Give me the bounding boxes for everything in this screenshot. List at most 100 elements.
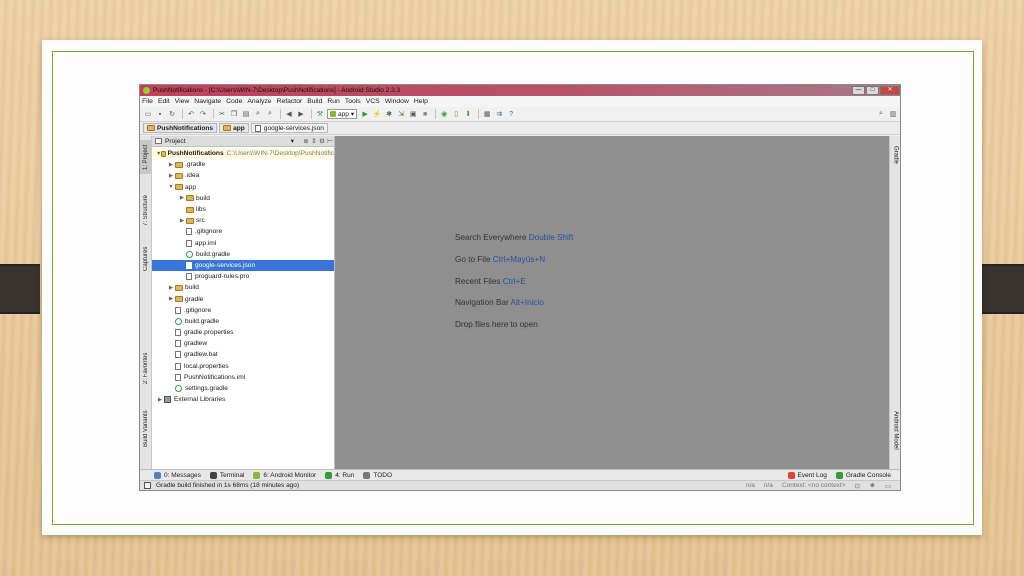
menu-build[interactable]: Build xyxy=(307,98,322,105)
tree-item[interactable]: build.gradle xyxy=(152,249,334,260)
menu-run[interactable]: Run xyxy=(327,98,339,105)
tree-item[interactable]: ▶ src xyxy=(152,215,334,226)
tool-tab-gradle-console[interactable]: Gradle Console xyxy=(835,471,891,479)
tab-gradle[interactable]: Gradle xyxy=(890,140,900,170)
tool-tab-android-monitor[interactable]: 6: Android Monitor xyxy=(253,471,316,479)
attach-debugger-icon[interactable]: ⇲ xyxy=(396,109,406,119)
expand-arrow-icon[interactable]: ▶ xyxy=(167,162,175,168)
tool-tab-terminal[interactable]: Terminal xyxy=(209,471,244,479)
help-icon[interactable]: ? xyxy=(506,109,516,119)
minimize-button[interactable]: — xyxy=(852,85,865,95)
redo-icon[interactable]: ↷ xyxy=(198,109,208,119)
menu-file[interactable]: File xyxy=(142,98,153,105)
menu-edit[interactable]: Edit xyxy=(158,98,170,105)
tree-item[interactable]: build.gradle xyxy=(152,316,334,327)
stop-icon[interactable]: ■ xyxy=(420,109,430,119)
search-icon[interactable]: ⌕ xyxy=(876,109,886,119)
paste-icon[interactable]: ▤ xyxy=(241,109,251,119)
tree-item[interactable]: settings.gradle xyxy=(152,383,334,394)
tree-item[interactable]: libs xyxy=(152,204,334,215)
tab-project[interactable]: 1: Project xyxy=(140,140,152,174)
tree-item[interactable]: local.properties xyxy=(152,361,334,372)
android-device-monitor-icon[interactable]: ⇉ xyxy=(494,109,504,119)
tree-item[interactable]: ▶ External Libraries xyxy=(152,394,334,405)
save-icon[interactable]: ▪ xyxy=(155,109,165,119)
tool-tab-run[interactable]: 4: Run xyxy=(325,471,354,479)
menu-vcs[interactable]: VCS xyxy=(366,98,380,105)
menu-tools[interactable]: Tools xyxy=(345,98,361,105)
cut-icon[interactable]: ✂ xyxy=(217,109,227,119)
tool-tab-todo[interactable]: TODO xyxy=(363,471,392,479)
menu-refactor[interactable]: Refactor xyxy=(277,98,303,105)
expand-arrow-icon[interactable]: ▼ xyxy=(167,184,175,190)
tree-item[interactable]: .gitignore xyxy=(152,305,334,316)
tree-item[interactable]: .gitignore xyxy=(152,226,334,237)
undo-icon[interactable]: ↶ xyxy=(186,109,196,119)
gear-icon[interactable]: ⚙ xyxy=(318,137,326,145)
expand-arrow-icon[interactable]: ▶ xyxy=(156,397,164,403)
profile-icon[interactable]: ▣ xyxy=(408,109,418,119)
tree-item[interactable]: gradlew xyxy=(152,338,334,349)
tool-tab-messages[interactable]: 0: Messages xyxy=(154,471,201,479)
menu-code[interactable]: Code xyxy=(226,98,242,105)
expand-arrow-icon[interactable]: ▶ xyxy=(178,218,186,224)
run-config-select[interactable]: app ▾ xyxy=(327,109,358,119)
open-icon[interactable]: ▭ xyxy=(143,109,153,119)
breadcrumb-file[interactable]: google-services.json xyxy=(250,123,328,133)
tab-android-model[interactable]: Android Model xyxy=(890,404,900,456)
breadcrumb-module[interactable]: app xyxy=(219,123,249,133)
find-icon[interactable]: ⌕ xyxy=(253,109,263,119)
tab-captures[interactable]: Captures xyxy=(140,242,152,276)
tree-item[interactable]: ▶ .gradle xyxy=(152,159,334,170)
replace-icon[interactable]: ⌕ xyxy=(265,109,275,119)
debug-icon[interactable]: ✱ xyxy=(384,109,394,119)
layout-icon[interactable]: ▥ xyxy=(888,109,898,119)
back-icon[interactable]: ◀ xyxy=(284,109,294,119)
tree-item[interactable]: ▶ build xyxy=(152,282,334,293)
menu-analyze[interactable]: Analyze xyxy=(247,98,271,105)
maximize-button[interactable]: □ xyxy=(866,85,879,95)
tree-item[interactable]: PushNotifications.iml xyxy=(152,372,334,383)
expand-arrow-icon[interactable]: ▶ xyxy=(167,285,175,291)
tab-build-variants[interactable]: Build Variants xyxy=(140,404,152,454)
toggle-tool-windows-icon[interactable] xyxy=(144,482,151,489)
sync-gradle-icon[interactable]: ◉ xyxy=(439,109,449,119)
collapse-all-icon[interactable]: ⇕ xyxy=(310,137,318,145)
tree-item[interactable]: app.iml xyxy=(152,238,334,249)
hide-panel-icon[interactable]: ⊢ xyxy=(326,137,334,145)
project-structure-icon[interactable]: ▦ xyxy=(482,109,492,119)
menu-navigate[interactable]: Navigate xyxy=(194,98,221,105)
tool-tab-event-log[interactable]: Event Log xyxy=(787,471,827,479)
tab-structure[interactable]: 7: Structure xyxy=(140,188,152,232)
expand-arrow-icon[interactable]: ▶ xyxy=(178,195,186,201)
copy-icon[interactable]: ❐ xyxy=(229,109,239,119)
lock-icon[interactable]: ⊡ xyxy=(855,482,860,490)
tree-item[interactable]: ▶ gradle xyxy=(152,293,334,304)
tree-item[interactable]: google-services.json xyxy=(152,259,334,272)
sdk-manager-icon[interactable]: ⬇ xyxy=(463,109,473,119)
tree-item[interactable]: gradlew.bat xyxy=(152,349,334,360)
forward-icon[interactable]: ▶ xyxy=(296,109,306,119)
make-project-icon[interactable]: ⚒ xyxy=(315,109,325,119)
breadcrumb-project[interactable]: PushNotifications xyxy=(143,123,218,133)
apply-changes-icon[interactable]: ⚡ xyxy=(372,109,382,119)
menu-help[interactable]: Help xyxy=(414,98,428,105)
menu-view[interactable]: View xyxy=(175,98,190,105)
sync-icon[interactable]: ↻ xyxy=(167,109,177,119)
expand-arrow-icon[interactable]: ▶ xyxy=(167,173,175,179)
expand-arrow-icon[interactable]: ▶ xyxy=(167,296,175,302)
inspector-icon[interactable]: ☻ xyxy=(869,482,876,489)
close-button[interactable]: ✕ xyxy=(880,85,900,95)
tree-item[interactable]: ▼ app xyxy=(152,182,334,193)
scroll-from-source-icon[interactable]: ⊕ xyxy=(302,137,310,145)
tree-item[interactable]: ▼ PushNotifications C:\Users\WIN-7\Desktop… xyxy=(152,148,334,160)
tree-item[interactable]: proguard-rules.pro xyxy=(152,271,334,282)
tab-favorites[interactable]: 2: Favorites xyxy=(140,348,152,388)
menu-window[interactable]: Window xyxy=(385,98,409,105)
avd-manager-icon[interactable]: ▯ xyxy=(451,109,461,119)
project-view-select[interactable]: Project ▾ xyxy=(155,137,302,145)
tree-item[interactable]: gradle.properties xyxy=(152,327,334,338)
tree-item[interactable]: ▶ .idea xyxy=(152,170,334,181)
editor-area[interactable]: Search Everywhere Double Shift Go to File… xyxy=(335,136,889,469)
run-icon[interactable]: ▶ xyxy=(360,109,370,119)
